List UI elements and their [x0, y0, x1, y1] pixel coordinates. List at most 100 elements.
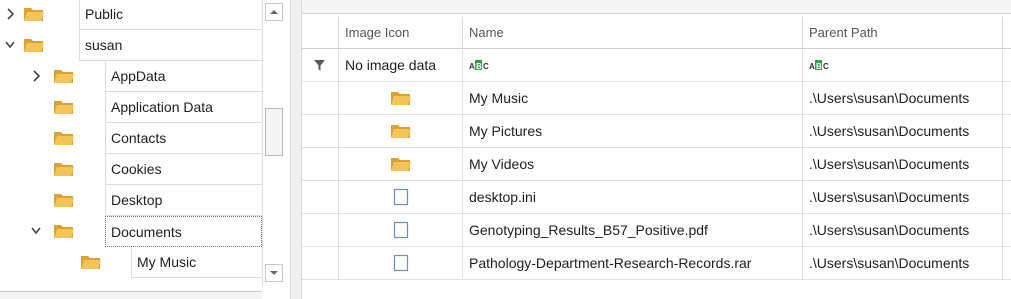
tree-item[interactable]: Contacts [0, 123, 262, 154]
folder-icon [390, 155, 412, 173]
next-column-cell[interactable] [1002, 181, 1011, 213]
svg-text:A: A [469, 62, 475, 71]
folder-icon [53, 98, 75, 116]
folder-icon [80, 253, 102, 271]
parent-path-cell[interactable]: .\Users\susan\Documents [802, 181, 1002, 213]
tree-item[interactable]: Application Data [0, 92, 262, 123]
file-icon [393, 221, 409, 239]
parent-path-cell[interactable]: .\Users\susan\Documents [802, 214, 1002, 246]
table-row[interactable]: My Videos .\Users\susan\Documents [302, 148, 1011, 181]
filter-row: No image data A B C A B C [302, 49, 1011, 82]
next-column-cell[interactable] [1002, 82, 1011, 114]
row-indicator[interactable] [302, 181, 338, 213]
tree-horizontal-scrollbar[interactable] [0, 291, 262, 299]
file-grid: Image Icon Name Parent Path No image dat… [302, 0, 1011, 299]
folder-icon [53, 191, 75, 209]
chevron-right-icon[interactable] [30, 69, 42, 83]
image-icon-cell [338, 115, 462, 147]
chevron-down-icon[interactable] [4, 38, 16, 52]
table-row[interactable]: My Pictures .\Users\susan\Documents [302, 115, 1011, 148]
row-indicator[interactable] [302, 82, 338, 114]
folder-icon [53, 129, 75, 147]
tree-item[interactable]: My Music [0, 247, 262, 278]
tree-item-label: AppData [105, 61, 262, 92]
row-indicator[interactable] [302, 247, 338, 279]
filter-cell-image-icon[interactable]: No image data [338, 49, 462, 81]
table-row[interactable]: Genotyping_Results_B57_Positive.pdf .\Use… [302, 214, 1011, 247]
row-indicator[interactable] [302, 148, 338, 180]
next-column-cell[interactable] [1002, 247, 1011, 279]
folder-tree: Public susan AppData Application Data Contac… [0, 0, 290, 299]
svg-text:C: C [483, 62, 489, 71]
file-icon [393, 254, 409, 272]
group-panel [302, 0, 1011, 14]
tree-item-label: My Music [131, 247, 262, 278]
image-icon-cell [338, 247, 462, 279]
table-row[interactable]: My Music .\Users\susan\Documents [302, 82, 1011, 115]
image-icon-cell [338, 214, 462, 246]
chevron-down-icon [270, 271, 278, 275]
tree-item[interactable]: AppData [0, 61, 262, 92]
folder-icon [390, 89, 412, 107]
folder-icon [23, 5, 45, 23]
folder-icon [390, 122, 412, 140]
chevron-up-icon [270, 10, 278, 14]
name-cell[interactable]: My Pictures [462, 115, 802, 147]
table-row[interactable]: desktop.ini .\Users\susan\Documents [302, 181, 1011, 214]
chevron-right-icon[interactable] [4, 7, 16, 21]
grid-header: Image Icon Name Parent Path [302, 17, 1011, 49]
tree-vertical-scrollbar[interactable] [262, 0, 285, 286]
column-header-image-icon[interactable]: Image Icon [338, 17, 462, 49]
next-column-cell[interactable] [1002, 148, 1011, 180]
svg-text:A: A [809, 62, 815, 71]
tree-item[interactable]: Cookies [0, 154, 262, 185]
name-cell[interactable]: Pathology-Department-Research-Records.ra… [462, 247, 802, 279]
column-header-next[interactable] [1002, 17, 1011, 49]
tree-item-label: Documents [105, 216, 262, 247]
tree-item[interactable]: Public [0, 0, 262, 30]
tree-item-label: Cookies [105, 154, 262, 185]
filter-icon [314, 60, 325, 71]
panel-splitter[interactable] [290, 0, 302, 299]
column-header-name[interactable]: Name [462, 17, 802, 49]
parent-path-cell[interactable]: .\Users\susan\Documents [802, 115, 1002, 147]
image-icon-cell [338, 181, 462, 213]
table-row[interactable]: Pathology-Department-Research-Records.ra… [302, 247, 1011, 280]
tree-item-label: Desktop [105, 185, 262, 216]
column-header-parent-path[interactable]: Parent Path [802, 17, 1002, 49]
name-cell[interactable]: My Videos [462, 148, 802, 180]
filter-cell-next[interactable] [1002, 49, 1011, 81]
folder-icon [53, 160, 75, 178]
tree-item[interactable]: susan [0, 30, 262, 61]
tree-item-label: susan [79, 30, 262, 61]
image-icon-cell [338, 148, 462, 180]
parent-path-cell[interactable]: .\Users\susan\Documents [802, 148, 1002, 180]
filter-cell-parent-path[interactable]: A B C [802, 49, 1002, 81]
scroll-down-button[interactable] [265, 264, 283, 282]
name-cell[interactable]: Genotyping_Results_B57_Positive.pdf [462, 214, 802, 246]
scroll-up-button[interactable] [265, 3, 283, 21]
folder-icon [53, 67, 75, 85]
chevron-down-icon[interactable] [30, 224, 42, 238]
text-filter-icon: A B C [469, 60, 489, 71]
tree-item[interactable]: Desktop [0, 185, 262, 216]
filter-cell-name[interactable]: A B C [462, 49, 802, 81]
svg-text:B: B [476, 62, 482, 71]
tree-item-label: Application Data [105, 92, 262, 123]
scrollbar-thumb[interactable] [265, 108, 283, 156]
name-cell[interactable]: My Music [462, 82, 802, 114]
folder-icon [23, 36, 45, 54]
file-icon [393, 188, 409, 206]
parent-path-cell[interactable]: .\Users\susan\Documents [802, 247, 1002, 279]
parent-path-cell[interactable]: .\Users\susan\Documents [802, 82, 1002, 114]
row-indicator[interactable] [302, 214, 338, 246]
filter-row-indicator [302, 49, 338, 81]
text-filter-icon: A B C [809, 60, 829, 71]
image-icon-cell [338, 82, 462, 114]
name-cell[interactable]: desktop.ini [462, 181, 802, 213]
row-indicator[interactable] [302, 115, 338, 147]
tree-item[interactable]: Documents [0, 216, 262, 247]
tree-item-label: Contacts [105, 123, 262, 154]
next-column-cell[interactable] [1002, 115, 1011, 147]
next-column-cell[interactable] [1002, 214, 1011, 246]
